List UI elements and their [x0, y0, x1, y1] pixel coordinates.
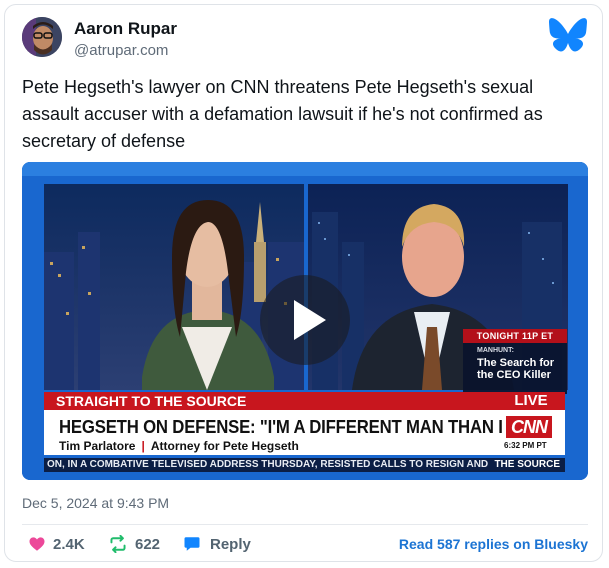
action-bar: 2.4K 622 Reply Read 587 replies on Blues… — [22, 532, 588, 556]
headline: HEGSETH ON DEFENSE: "I'M A DIFFERENT MAN… — [59, 417, 553, 437]
chyron-separator: | — [141, 439, 145, 453]
guest-chyron: Tim Parlatore | Attorney for Pete Hegseth — [59, 439, 299, 453]
butterfly-icon[interactable] — [549, 18, 587, 52]
author-handle[interactable]: @atrupar.com — [74, 42, 168, 59]
live-badge: LIVE — [497, 392, 565, 410]
promo-box: TONIGHT 11P ET MANHUNT: The Search for t… — [463, 329, 567, 394]
video-player[interactable]: TONIGHT 11P ET MANHUNT: The Search for t… — [22, 162, 588, 480]
post-card[interactable]: Aaron Rupar @atrupar.com Pete Hegseth's … — [4, 4, 603, 562]
play-icon — [294, 300, 326, 340]
author-name[interactable]: Aaron Rupar — [74, 19, 177, 39]
like-count: 2.4K — [53, 536, 85, 553]
speech-bubble-icon — [184, 537, 200, 551]
read-replies-link[interactable]: Read 587 replies on Bluesky — [399, 536, 588, 552]
lower-third: HEGSETH ON DEFENSE: "I'M A DIFFERENT MAN… — [44, 410, 565, 455]
promo-kicker: MANHUNT: — [477, 347, 514, 354]
ticker-text: ON, IN A COMBATIVE TELEVISED ADDRESS THU… — [47, 459, 489, 470]
guest-name: Tim Parlatore — [59, 439, 136, 453]
play-button[interactable] — [260, 275, 350, 365]
divider — [22, 524, 588, 525]
network-logo: CNN — [506, 416, 552, 438]
repost-icon — [110, 535, 126, 553]
heart-icon — [29, 537, 45, 551]
post-text: Pete Hegseth's lawyer on CNN threatens P… — [22, 77, 543, 151]
guest-title: Attorney for Pete Hegseth — [150, 439, 299, 453]
avatar[interactable] — [22, 17, 62, 57]
repost-count: 622 — [135, 536, 161, 553]
news-ticker: ON, IN A COMBATIVE TELEVISED ADDRESS THU… — [44, 458, 565, 472]
segment-banner: STRAIGHT TO THE SOURCE — [44, 392, 565, 410]
promo-time: TONIGHT 11P ET — [463, 329, 567, 343]
reply-label: Reply — [210, 536, 251, 553]
ticker-tag: THE SOURCE — [489, 458, 565, 472]
post-timestamp[interactable]: Dec 5, 2024 at 9:43 PM — [22, 495, 169, 511]
broadcast-clock: 6:32 PM PT — [504, 441, 547, 450]
promo-title: The Search for the CEO Killer — [477, 357, 555, 381]
